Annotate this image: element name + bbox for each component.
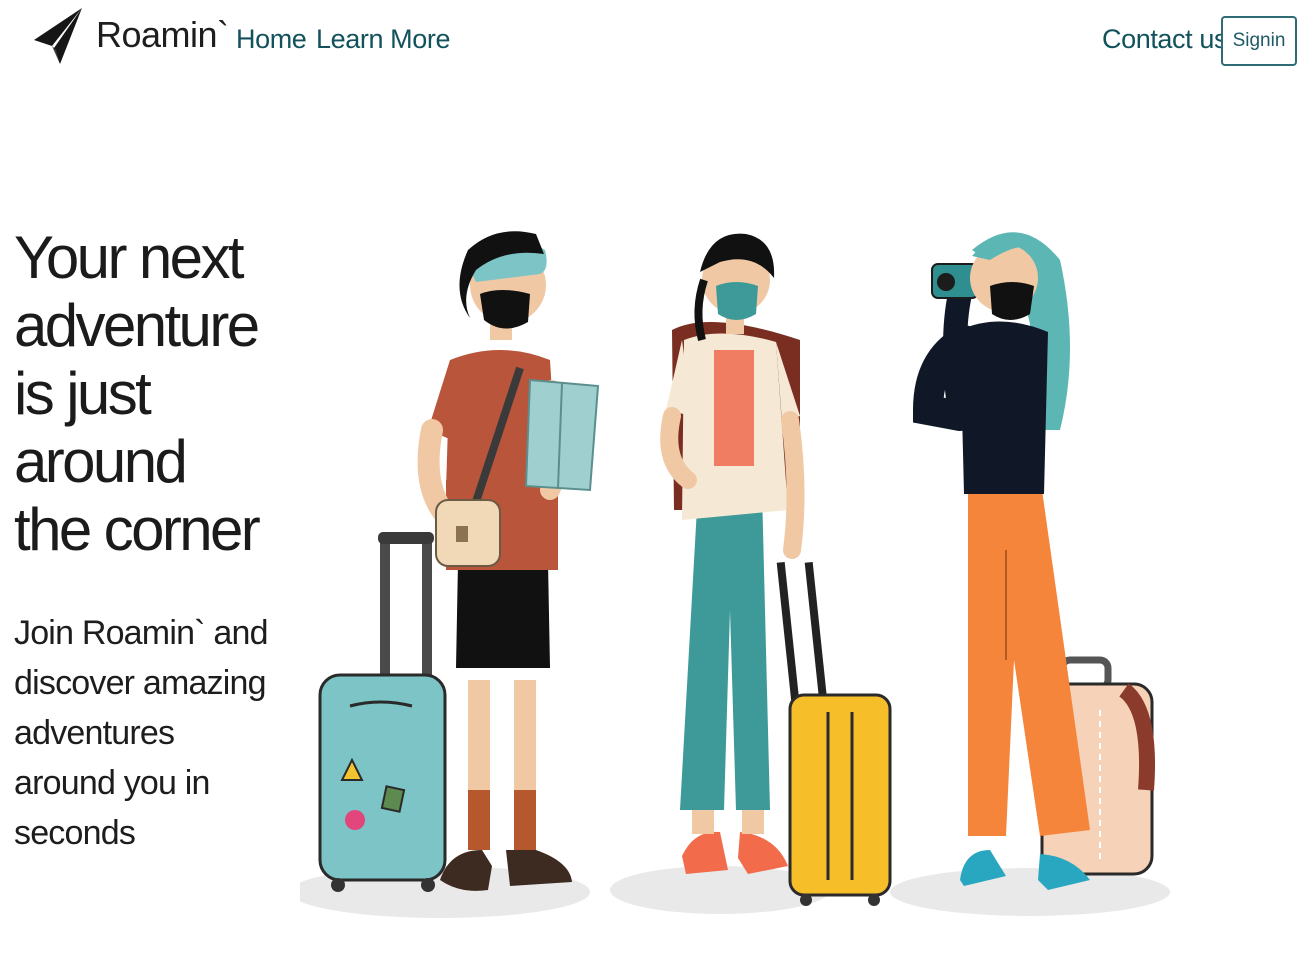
hero-title: Your next adventure is just around the c…	[14, 224, 261, 563]
traveler-middle	[660, 233, 892, 906]
traveler-right	[912, 232, 1156, 890]
nav-link-home[interactable]: Home	[236, 24, 307, 55]
traveler-left	[318, 231, 600, 892]
hero-subtitle: Join Roamin` and discover amazing advent…	[14, 614, 268, 852]
brand-link[interactable]: Roamin`	[32, 4, 229, 66]
nav-link-learn-more[interactable]: Learn More	[316, 24, 450, 55]
brand-name: Roamin`	[96, 14, 229, 55]
travelers-illustration	[300, 231, 1170, 918]
nav-link-contact-us[interactable]: Contact us	[1102, 24, 1227, 55]
signin-button[interactable]: Signin	[1221, 16, 1297, 66]
paper-plane-icon	[34, 8, 82, 64]
top-navbar: Roamin` Home Learn More Contact us Signi…	[0, 0, 1300, 84]
